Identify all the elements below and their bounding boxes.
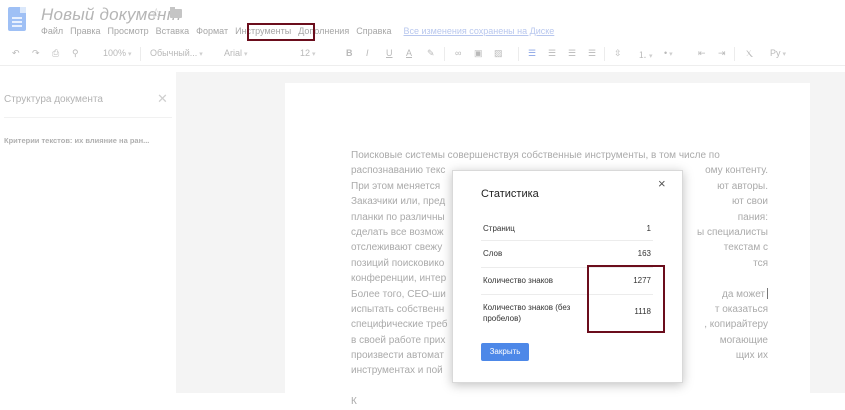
stat-label: Количество знаков (без пробелов) bbox=[483, 303, 571, 323]
align-left-icon[interactable]: ☰ bbox=[528, 48, 536, 59]
toolbar-divider bbox=[604, 47, 605, 61]
menu-format[interactable]: Формат bbox=[196, 26, 228, 40]
stat-label: Страниц bbox=[483, 224, 515, 233]
stat-row-words: Слов 163 bbox=[481, 240, 653, 268]
body-line-end: ому контенту. bbox=[705, 165, 768, 177]
body-line: Поисковые системы совершенствуя собствен… bbox=[351, 150, 720, 161]
stat-label: Слов bbox=[483, 249, 503, 258]
clear-formatting-icon[interactable]: Ⲭ bbox=[746, 48, 752, 59]
body-line-end: ют авторы. bbox=[717, 180, 768, 192]
toolbar-divider bbox=[140, 47, 141, 61]
numbered-list-icon[interactable]: ⒈ bbox=[638, 48, 652, 61]
print-icon[interactable]: ⎙ bbox=[52, 48, 59, 59]
body-line-end: могающие bbox=[719, 334, 768, 346]
highlight-tools-menu bbox=[247, 23, 315, 41]
undo-icon[interactable]: ↶ bbox=[12, 48, 20, 59]
bold-button[interactable]: B bbox=[346, 48, 353, 58]
toolbar-divider bbox=[518, 47, 519, 61]
input-tools-select[interactable]: Ру bbox=[770, 48, 786, 58]
align-center-icon[interactable]: ☰ bbox=[548, 48, 556, 59]
saved-status-link[interactable]: Все изменения сохранены на Диске bbox=[404, 26, 555, 40]
text-color-button[interactable]: A bbox=[406, 48, 412, 58]
close-button[interactable]: Закрыть bbox=[481, 343, 529, 361]
outline-item[interactable]: Критерии текстов: их влияние на ран... bbox=[4, 136, 174, 145]
font-size-select[interactable]: 12 bbox=[300, 48, 315, 58]
body-line-end: да может bbox=[683, 287, 768, 302]
underline-button[interactable]: U bbox=[386, 48, 393, 58]
star-icon[interactable]: ☆ bbox=[150, 5, 163, 22]
bulleted-list-icon[interactable]: • bbox=[664, 48, 673, 58]
toolbar-divider bbox=[734, 47, 735, 61]
body-line-end: текстам с bbox=[723, 242, 768, 254]
dialog-title: Статистика bbox=[481, 188, 539, 200]
stat-row-pages: Страниц 1 bbox=[481, 218, 653, 241]
menu-edit[interactable]: Правка bbox=[70, 26, 100, 40]
decrease-indent-icon[interactable]: ⇤ bbox=[698, 48, 706, 59]
stat-value: 1 bbox=[646, 224, 651, 233]
toolbar-divider bbox=[444, 47, 445, 61]
body-line-end: , копирайтеру bbox=[704, 319, 768, 331]
align-justify-icon[interactable]: ☰ bbox=[588, 48, 596, 59]
close-icon[interactable]: ✕ bbox=[157, 91, 168, 107]
style-select[interactable]: Обычный... bbox=[150, 48, 203, 58]
outline-divider bbox=[4, 117, 172, 118]
docs-logo-icon[interactable] bbox=[8, 7, 26, 31]
highlight-color-icon[interactable]: ✎ bbox=[427, 48, 435, 59]
menu-insert[interactable]: Вставка bbox=[156, 26, 189, 40]
toolbar: ↶ ↷ ⎙ ⚲ 100% Обычный... Arial 12 B I U A… bbox=[0, 43, 845, 66]
align-right-icon[interactable]: ☰ bbox=[568, 48, 576, 59]
comment-icon[interactable]: ▣ bbox=[474, 48, 483, 59]
body-line-end: ют свои bbox=[732, 196, 768, 208]
link-icon[interactable]: ∞ bbox=[455, 48, 461, 58]
body-line-end: щих их bbox=[735, 350, 768, 362]
body-line-end: ы специалисты bbox=[696, 227, 768, 238]
paint-format-icon[interactable]: ⚲ bbox=[72, 48, 79, 59]
stat-value: 163 bbox=[637, 249, 651, 258]
zoom-select[interactable]: 100% bbox=[103, 48, 132, 58]
redo-icon[interactable]: ↷ bbox=[32, 48, 40, 59]
body-line-end: т оказаться bbox=[714, 304, 768, 315]
line-spacing-icon[interactable]: ⇳ bbox=[614, 48, 622, 59]
image-icon[interactable]: ▨ bbox=[494, 48, 503, 59]
highlight-character-counts bbox=[587, 265, 665, 333]
outline-title: Структура документа bbox=[4, 94, 103, 105]
menu-view[interactable]: Просмотр bbox=[108, 26, 149, 40]
stat-label: Количество знаков bbox=[483, 276, 554, 285]
font-select[interactable]: Arial bbox=[224, 48, 247, 58]
italic-button[interactable]: I bbox=[366, 48, 369, 58]
body-line-end: пания: bbox=[737, 211, 768, 223]
menu-file[interactable]: Файл bbox=[41, 26, 63, 40]
menu-help[interactable]: Справка bbox=[356, 26, 391, 40]
text-cursor bbox=[767, 288, 768, 300]
body-line: К bbox=[351, 396, 357, 408]
body-line-end: тся bbox=[753, 257, 768, 269]
folder-icon[interactable] bbox=[170, 7, 182, 18]
outline-panel: Структура документа ✕ Критерии текстов: … bbox=[0, 72, 176, 393]
increase-indent-icon[interactable]: ⇥ bbox=[718, 48, 726, 59]
close-icon[interactable]: × bbox=[658, 176, 666, 191]
